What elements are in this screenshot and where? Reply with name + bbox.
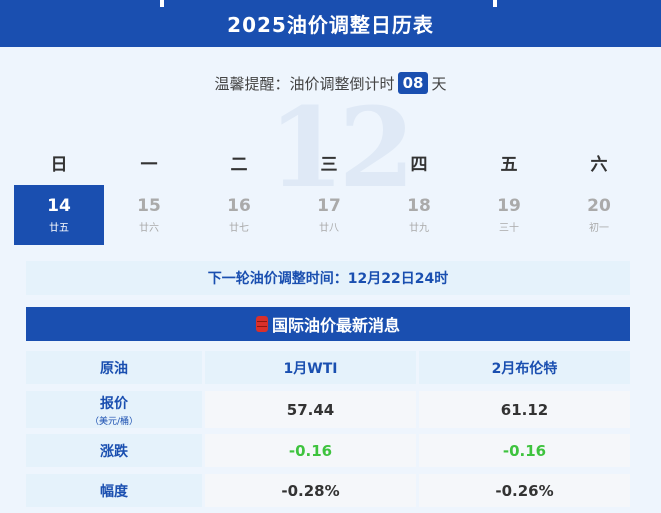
weekday-label: 一 bbox=[140, 155, 158, 175]
weekday-label: 四 bbox=[410, 155, 428, 175]
lunar-date: 初一 bbox=[589, 223, 609, 234]
header-tab-right bbox=[493, 0, 497, 7]
calendar-day[interactable]: 17 廿八 bbox=[284, 185, 374, 245]
lunar-date: 廿六 bbox=[139, 223, 159, 234]
row-label-change: 涨跌 bbox=[26, 434, 202, 467]
wti-change: -0.16 bbox=[205, 434, 416, 467]
calendar-day-selected[interactable]: 14 廿五 bbox=[14, 185, 104, 245]
page-header: 2025油价调整日历表 bbox=[0, 0, 661, 47]
wti-percent: -0.28% bbox=[205, 474, 416, 507]
table-header-row: 原油 1月WTI 2月布伦特 bbox=[26, 351, 630, 384]
weekday-header: 日 一 二 三 四 五 六 bbox=[14, 150, 647, 180]
price-unit: （美元/桶） bbox=[89, 416, 139, 427]
brent-change: -0.16 bbox=[419, 434, 630, 467]
next-adjustment-time: 下一轮油价调整时间：12月22日24时 bbox=[26, 261, 630, 295]
price-label: 报价 bbox=[100, 395, 128, 412]
day-number: 20 bbox=[587, 196, 611, 216]
oil-barrel-icon bbox=[255, 316, 268, 332]
calendar-day[interactable]: 19 三十 bbox=[464, 185, 554, 245]
reminder-unit: 天 bbox=[431, 74, 447, 93]
lunar-date: 廿八 bbox=[319, 223, 339, 234]
calendar-day[interactable]: 20 初一 bbox=[554, 185, 644, 245]
column-header-brent: 2月布伦特 bbox=[419, 351, 630, 384]
oil-news-title: 国际油价最新消息 bbox=[271, 316, 400, 335]
day-number: 19 bbox=[497, 196, 521, 216]
header-tab-left bbox=[160, 0, 164, 7]
brent-percent: -0.26% bbox=[419, 474, 630, 507]
lunar-date: 廿七 bbox=[229, 223, 249, 234]
column-header-wti: 1月WTI bbox=[205, 351, 416, 384]
row-label-price: 报价 （美元/桶） bbox=[26, 391, 202, 428]
day-number: 15 bbox=[137, 196, 161, 216]
column-header-crude: 原油 bbox=[26, 351, 202, 384]
calendar-day[interactable]: 15 廿六 bbox=[104, 185, 194, 245]
day-number: 18 bbox=[407, 196, 431, 216]
weekday-label: 三 bbox=[320, 155, 338, 175]
weekday-label: 五 bbox=[500, 155, 518, 175]
weekday-label: 六 bbox=[590, 155, 608, 175]
day-number: 14 bbox=[47, 196, 71, 216]
day-number: 17 bbox=[317, 196, 341, 216]
calendar-day[interactable]: 16 廿七 bbox=[194, 185, 284, 245]
calendar-day[interactable]: 18 廿九 bbox=[374, 185, 464, 245]
lunar-date: 廿五 bbox=[49, 223, 69, 234]
calendar-week: 14 廿五 15 廿六 16 廿七 17 廿八 18 廿九 19 三十 20 初… bbox=[14, 185, 647, 245]
lunar-date: 廿九 bbox=[409, 223, 429, 234]
weekday-label: 日 bbox=[50, 155, 68, 175]
row-label-percent: 幅度 bbox=[26, 474, 202, 507]
table-row-change: 涨跌 -0.16 -0.16 bbox=[26, 434, 630, 467]
day-number: 16 bbox=[227, 196, 251, 216]
brent-price: 61.12 bbox=[419, 391, 630, 428]
wti-price: 57.44 bbox=[205, 391, 416, 428]
table-row-percent: 幅度 -0.28% -0.26% bbox=[26, 474, 630, 507]
oil-news-header: 国际油价最新消息 bbox=[26, 307, 630, 341]
page-title: 2025油价调整日历表 bbox=[227, 13, 434, 37]
lunar-date: 三十 bbox=[499, 223, 519, 234]
weekday-label: 二 bbox=[230, 155, 248, 175]
table-row-price: 报价 （美元/桶） 57.44 61.12 bbox=[26, 391, 630, 428]
